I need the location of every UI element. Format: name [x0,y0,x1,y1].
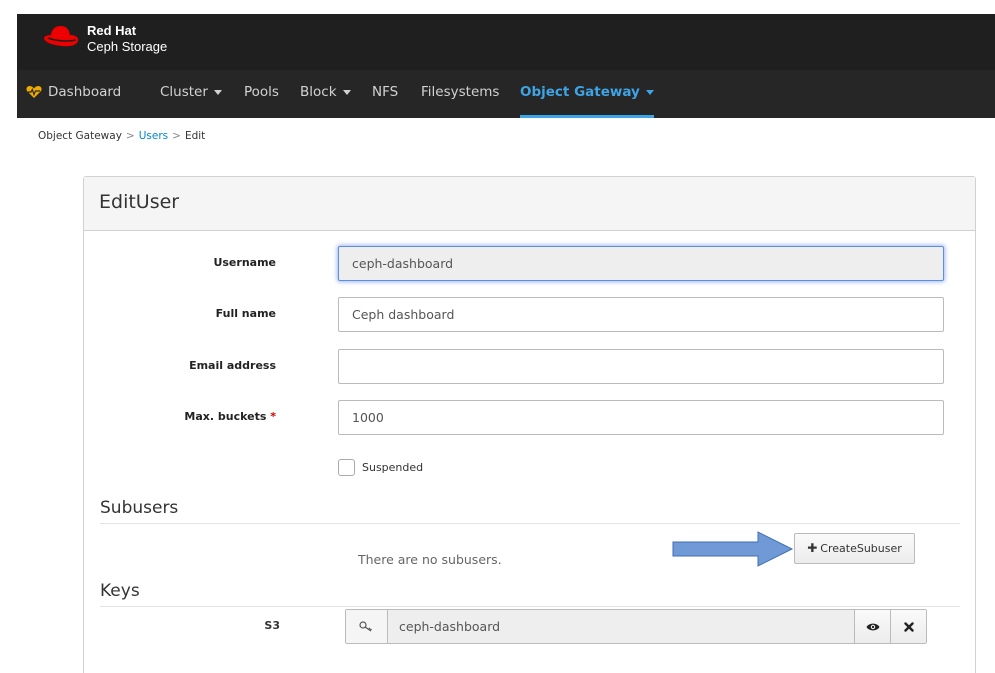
plus-icon: ✚ [807,541,818,555]
close-icon [903,621,914,632]
breadcrumb-users-link[interactable]: Users [139,130,168,142]
heart-pulse-icon [26,86,42,98]
max-buckets-label-text: Max. buckets [184,410,267,423]
panel-title: EditUser [84,177,975,231]
divider [100,606,960,607]
nav-label-dashboard: Dashboard [48,84,122,100]
chevron-down-icon [213,89,222,95]
nav-label-pools: Pools [244,84,279,100]
nav-item-pools[interactable]: Pools [244,70,279,118]
email-label: Email address [189,359,276,372]
pointer-arrow-annotation [672,531,794,567]
keys-heading: Keys [100,581,140,601]
required-asterisk: * [270,410,276,423]
nav-item-object-gateway[interactable]: Object Gateway [520,70,654,118]
brand-line1: Red Hat [87,23,137,38]
breadcrumb-separator: > [172,130,181,142]
masthead: Red Hat Ceph Storage [17,14,995,70]
suspended-checkbox[interactable] [338,459,355,476]
divider [100,523,960,524]
s3-key-label: S3 [264,619,280,632]
subusers-empty-text: There are no subusers. [358,552,502,567]
show-key-button[interactable] [854,610,890,643]
breadcrumb-current: Edit [184,130,206,142]
nav-item-block[interactable]: Block [300,70,351,118]
eye-icon [866,623,879,630]
nav-label-block: Block [300,84,337,100]
suspended-label: Suspended [362,461,424,474]
create-subuser-label: CreateSubuser [820,542,902,555]
email-field[interactable] [338,349,944,384]
nav-label-object-gateway: Object Gateway [520,84,640,100]
username-field[interactable]: ceph-dashboard [338,246,944,281]
s3-key-group: ceph-dashboard [345,609,927,644]
key-icon [346,610,388,643]
main-nav: Dashboard Cluster Pools Block NFS Filesy… [17,70,995,118]
breadcrumb: Object Gateway > Users > Edit [38,130,205,142]
create-subuser-button[interactable]: ✚ CreateSubuser [794,533,915,564]
brand-line2: Ceph Storage [87,39,168,54]
max-buckets-field[interactable]: 1000 [338,400,944,435]
nav-item-nfs[interactable]: NFS [372,70,398,118]
fullname-label: Full name [215,307,276,320]
breadcrumb-root: Object Gateway [38,130,122,142]
nav-item-dashboard[interactable]: Dashboard [26,70,121,118]
nav-item-filesystems[interactable]: Filesystems [421,70,499,118]
nav-label-nfs: NFS [372,84,399,100]
chevron-down-icon [645,89,654,95]
red-hat-logo-icon [44,26,79,47]
s3-key-value[interactable]: ceph-dashboard [388,610,854,643]
nav-label-cluster: Cluster [160,84,208,100]
username-label: Username [213,256,276,269]
nav-item-cluster[interactable]: Cluster [160,70,222,118]
fullname-field[interactable]: Ceph dashboard [338,297,944,332]
nav-label-filesystems: Filesystems [421,84,500,100]
chevron-down-icon [342,89,351,95]
delete-key-button[interactable] [890,610,926,643]
brand-name: Red Hat Ceph Storage [87,23,167,55]
subusers-heading: Subusers [100,498,179,518]
max-buckets-label: Max. buckets * [126,410,276,423]
breadcrumb-separator: > [125,130,135,142]
